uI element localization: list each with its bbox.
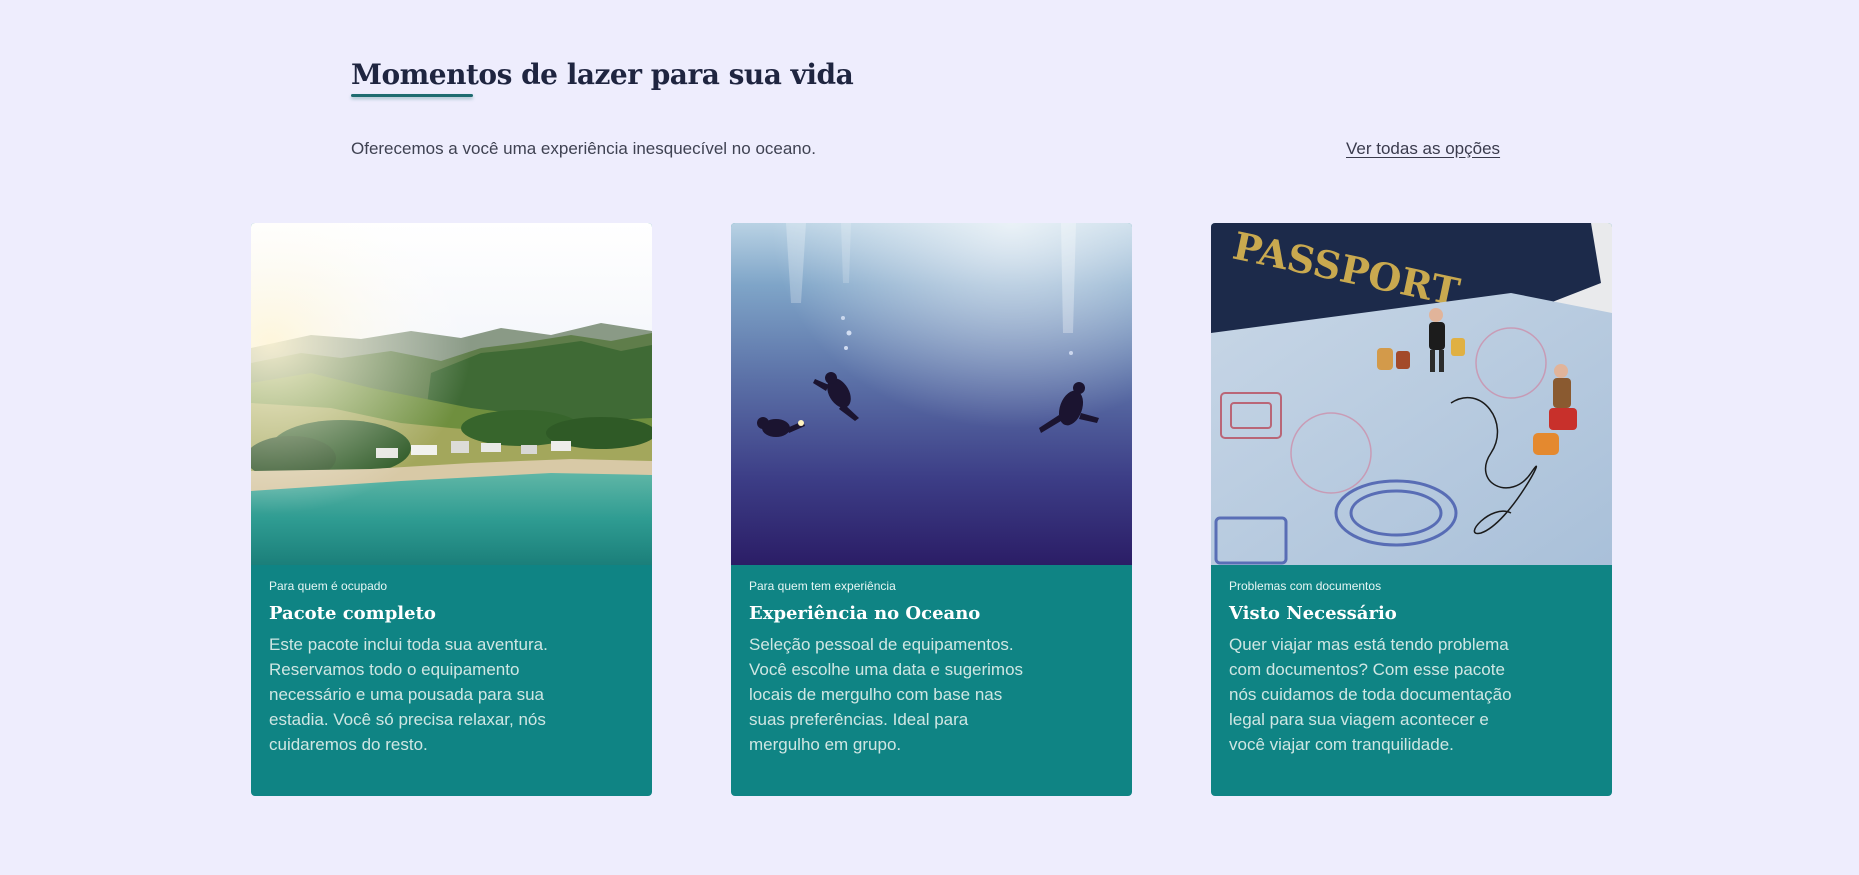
beach-village-photo bbox=[251, 223, 652, 565]
card-title: Experiência no Oceano bbox=[749, 603, 981, 624]
scuba-divers-photo bbox=[731, 223, 1132, 565]
card-title: Visto Necessário bbox=[1229, 603, 1397, 624]
package-card-complete[interactable]: Para quem é ocupado Pacote completo Este… bbox=[251, 223, 652, 796]
card-eyebrow: Para quem é ocupado bbox=[269, 579, 388, 593]
card-eyebrow: Problemas com documentos bbox=[1229, 579, 1382, 593]
passport-photo: PASSPORT bbox=[1211, 223, 1612, 565]
see-all-options-link[interactable]: Ver todas as opções bbox=[1346, 139, 1500, 159]
package-card-ocean[interactable]: Para quem tem experiência Experiência no… bbox=[731, 223, 1132, 796]
card-eyebrow: Para quem tem experiência bbox=[749, 579, 896, 593]
title-underline bbox=[351, 94, 473, 97]
card-description: Seleção pessoal de equipamentos. Você es… bbox=[749, 635, 1024, 754]
package-card-visa[interactable]: PASSPORT Problemas com documentos Visto … bbox=[1211, 223, 1612, 796]
card-title: Pacote completo bbox=[269, 603, 436, 624]
card-description: Este pacote inclui toda sua aventura. Re… bbox=[269, 635, 548, 754]
section-subtitle: Oferecemos a você uma experiência inesqu… bbox=[351, 139, 816, 158]
card-description: Quer viajar mas está tendo problema com … bbox=[1229, 635, 1512, 754]
section-title: Momentos de lazer para sua vida bbox=[351, 58, 854, 91]
leisure-section: Momentos de lazer para sua vida Oferecem… bbox=[0, 0, 1859, 875]
